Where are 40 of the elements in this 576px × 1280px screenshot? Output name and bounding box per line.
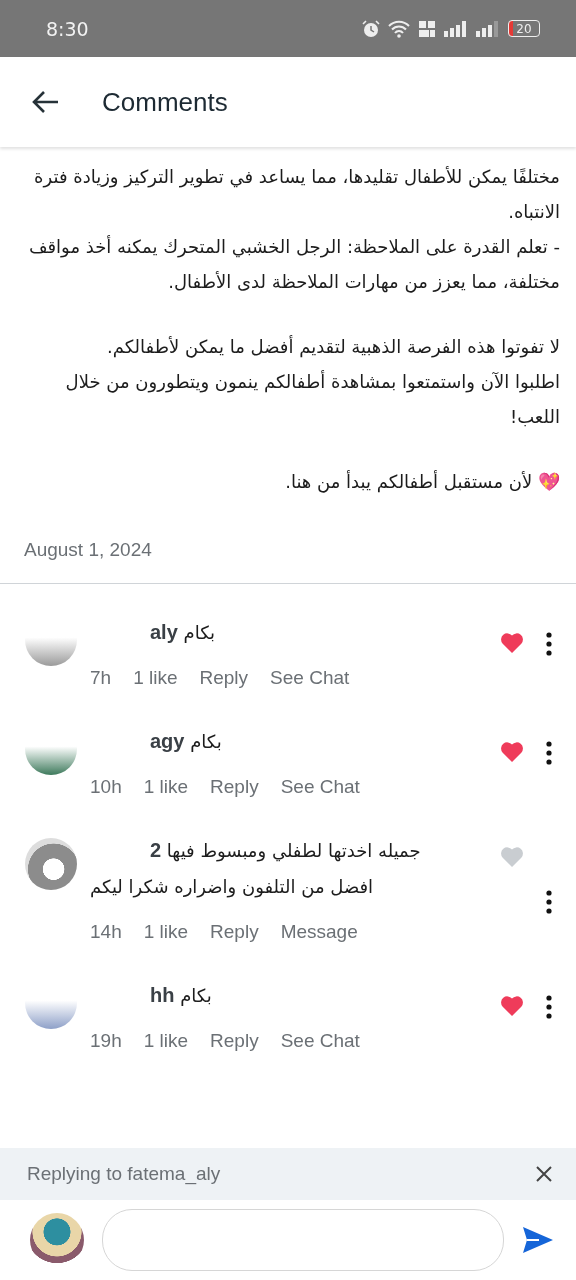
likes-count[interactable]: 1 like [143, 921, 189, 943]
signal-icon [476, 20, 500, 37]
chat-link[interactable]: See Chat [280, 776, 360, 798]
signal-icon [444, 20, 468, 37]
send-icon[interactable] [522, 1226, 554, 1254]
comment-time: 14h [90, 921, 122, 943]
heart-icon[interactable] [500, 741, 524, 763]
more-icon[interactable] [546, 995, 552, 1019]
comment-time: 19h [90, 1030, 122, 1052]
chat-link[interactable]: See Chat [280, 1030, 360, 1052]
battery-indicator: 20 [508, 20, 540, 37]
reply-link[interactable]: Reply [210, 921, 259, 943]
post-text: اطلبوا الآن واستمتعوا بمشاهدة أطفالكم ينمون ويتطورون من خلال اللعب! [64, 369, 560, 429]
avatar[interactable] [25, 838, 77, 890]
page-title: Comments [102, 86, 228, 118]
post-date: August 1, 2024 [24, 538, 153, 562]
more-icon[interactable] [546, 741, 552, 765]
wifi-icon [388, 19, 410, 38]
chat-link[interactable]: See Chat [270, 667, 350, 689]
more-icon[interactable] [546, 890, 552, 914]
comment-time: 7h [90, 667, 112, 689]
alarm-icon [362, 19, 380, 38]
post-text: لا تفوتوا هذه الفرصة الذهبية لتقديم أفضل ما يمكن لأطفالكم. [105, 334, 560, 360]
reply-link[interactable]: Reply [210, 1030, 259, 1052]
likes-count[interactable]: 1 like [133, 667, 178, 689]
chat-link[interactable]: Message [280, 921, 358, 943]
post-text: 💖 لأن مستقبل أطفالكم يبدأ من هنا. [284, 469, 560, 495]
post-text: - تعلم القدرة على الملاحظة: الرجل الخشبي المتحرك يمكنه أخذ مواقف مختلفة، مما يعزز من مهارات الملاحظة لدى الأطفال. [27, 234, 560, 295]
more-icon[interactable] [546, 632, 552, 656]
comment-time: 10h [90, 776, 122, 798]
replying-to-label: Replying to fatema_aly [27, 1163, 221, 1185]
post-text: مختلفًا يمكن للأطفال تقليدها، مما يساعد في تطوير التركيز وزيادة فترة الانتباه. [33, 165, 560, 224]
likes-count[interactable]: 1 like [143, 776, 189, 798]
close-icon[interactable] [536, 1166, 552, 1182]
likes-count[interactable]: 1 like [143, 1030, 189, 1052]
heart-icon[interactable] [500, 995, 524, 1017]
heart-icon[interactable] [500, 632, 524, 654]
status-time: 8:30 [46, 17, 89, 40]
reply-link[interactable]: Reply [199, 667, 249, 689]
reply-link[interactable]: Reply [210, 776, 259, 798]
